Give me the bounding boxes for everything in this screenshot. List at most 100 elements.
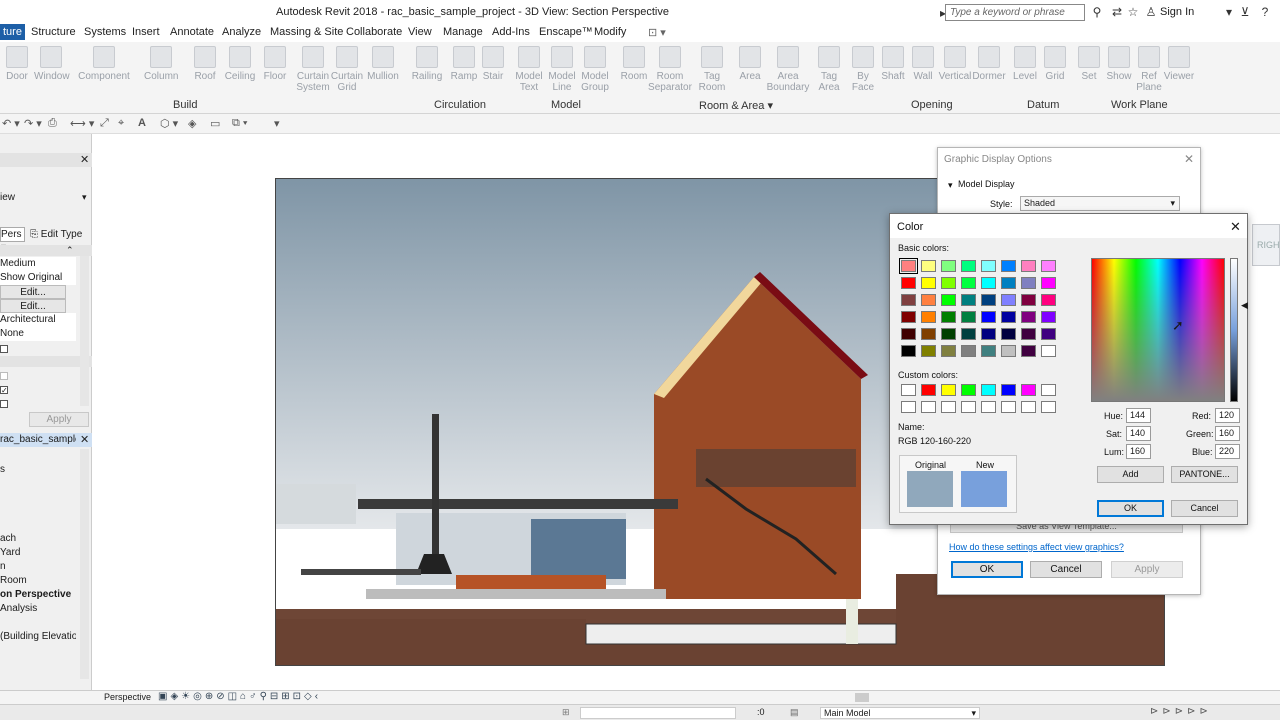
tab-options-icon[interactable]: ⊡ ▾	[648, 26, 666, 39]
browser-item[interactable]: Room	[0, 574, 76, 588]
browser-item[interactable]: Yard	[0, 546, 76, 560]
close-icon[interactable]: ✕	[1230, 219, 1241, 235]
show-hidden-lines-value[interactable]: None	[0, 327, 76, 341]
view-scale-label[interactable]: Perspective	[104, 692, 151, 702]
close-icon[interactable]: ✕	[80, 155, 90, 166]
tab-modify[interactable]: Modify	[594, 26, 626, 38]
custom-color-swatch[interactable]	[961, 384, 976, 396]
room-separator-button[interactable]: Room Separator	[648, 46, 692, 93]
basic-color-swatch[interactable]	[901, 277, 916, 289]
custom-color-swatch[interactable]	[941, 384, 956, 396]
show-workplane-button[interactable]: Show	[1102, 46, 1136, 82]
checkbox[interactable]	[0, 372, 8, 380]
panel-work-plane[interactable]: Work Plane	[1111, 99, 1168, 111]
basic-color-swatch[interactable]	[941, 294, 956, 306]
basic-color-swatch[interactable]	[1001, 311, 1016, 323]
tab-view[interactable]: View	[408, 26, 432, 38]
browser-item[interactable]: n	[0, 560, 76, 574]
apply-button[interactable]: Apply	[1111, 561, 1183, 578]
browser-item[interactable]: ach	[0, 532, 76, 546]
window-button[interactable]: Window	[34, 46, 70, 82]
properties-scrollbar[interactable]	[80, 256, 89, 406]
tab-add-ins[interactable]: Add-Ins	[492, 26, 530, 38]
graphic-display-edit-button[interactable]: Edit...	[0, 299, 66, 313]
help-icon[interactable]: ?	[1258, 5, 1272, 19]
help-link[interactable]: How do these settings affect view graphi…	[949, 542, 1124, 552]
railing-button[interactable]: Railing	[410, 46, 444, 82]
luminance-slider[interactable]	[1230, 258, 1238, 402]
browser-item[interactable]: Analysis	[0, 602, 76, 616]
custom-color-swatch[interactable]	[1001, 384, 1016, 396]
model-group-button[interactable]: Model Group	[578, 46, 612, 93]
basic-color-swatch[interactable]	[961, 311, 976, 323]
basic-color-swatch[interactable]	[1021, 260, 1036, 272]
browser-scrollbar[interactable]	[80, 449, 89, 679]
redo-icon[interactable]: ↷ ▾	[24, 117, 42, 130]
parts-visibility-value[interactable]: Show Original	[0, 271, 76, 285]
basic-color-swatch[interactable]	[961, 277, 976, 289]
customize-qat-icon[interactable]: ▾	[274, 117, 280, 130]
panel-circulation[interactable]: Circulation	[434, 99, 486, 111]
basic-color-swatch[interactable]	[941, 345, 956, 357]
3d-view-icon[interactable]: ⬡ ▾	[160, 117, 178, 130]
curtain-system-button[interactable]: Curtain System	[296, 46, 330, 93]
search-input[interactable]: Type a keyword or phrase	[945, 4, 1085, 21]
mullion-button[interactable]: Mullion	[366, 46, 400, 82]
view-control-icons[interactable]: ▣◈☀◎⊕⊘◫⌂♂⚲⊟⊞⊡◇‹	[158, 691, 321, 702]
viewer-button[interactable]: Viewer	[1162, 46, 1196, 82]
basic-color-swatch[interactable]	[901, 311, 916, 323]
basic-color-swatch[interactable]	[1021, 311, 1036, 323]
section-icon[interactable]: ◈	[188, 117, 196, 130]
basic-color-swatch[interactable]	[941, 328, 956, 340]
basic-color-swatch[interactable]	[1001, 328, 1016, 340]
lum-input[interactable]: 160	[1126, 444, 1151, 459]
vg-overrides-edit-button[interactable]: Edit...	[0, 285, 66, 299]
basic-color-swatch[interactable]	[1021, 277, 1036, 289]
ceiling-button[interactable]: Ceiling	[223, 46, 257, 82]
ok-button[interactable]: OK	[1097, 500, 1164, 517]
tag-icon[interactable]: ⌖	[118, 117, 124, 130]
model-line-button[interactable]: Model Line	[545, 46, 579, 93]
tab-annotate[interactable]: Annotate	[170, 26, 214, 38]
basic-color-swatch[interactable]	[921, 260, 936, 272]
hue-input[interactable]: 144	[1126, 408, 1151, 423]
set-workplane-button[interactable]: Set	[1072, 46, 1106, 82]
basic-color-swatch[interactable]	[941, 277, 956, 289]
door-button[interactable]: Door	[0, 46, 34, 82]
close-views-icon[interactable]: ⧉ ▾	[232, 117, 248, 130]
design-options-icon[interactable]: ▤	[790, 707, 799, 718]
selection-filter-icons[interactable]: ⊳⊳⊳⊳⊳	[1150, 706, 1212, 717]
basic-color-swatch[interactable]	[1041, 294, 1056, 306]
basic-color-swatch[interactable]	[981, 277, 996, 289]
print-icon[interactable]: ⎙	[48, 117, 57, 130]
basic-color-swatch[interactable]	[1001, 277, 1016, 289]
dimension-icon[interactable]: ⤢	[100, 117, 109, 130]
custom-color-swatch[interactable]	[1041, 401, 1056, 413]
viewcube-right-face[interactable]: RIGHT	[1252, 224, 1280, 266]
basic-color-swatch[interactable]	[961, 328, 976, 340]
design-option-select[interactable]: Main Model ▾	[820, 707, 980, 719]
by-face-button[interactable]: By Face	[846, 46, 880, 93]
cart-icon[interactable]: ⊻	[1238, 5, 1252, 19]
text-icon[interactable]: A	[138, 117, 146, 129]
basic-color-swatch[interactable]	[901, 345, 916, 357]
tab-insert[interactable]: Insert	[132, 26, 160, 38]
browser-item[interactable]: (Building Elevation	[0, 630, 76, 644]
tab-systems[interactable]: Systems	[84, 26, 126, 38]
checkbox[interactable]	[0, 400, 8, 408]
checkbox[interactable]	[0, 345, 8, 353]
basic-color-swatch[interactable]	[981, 311, 996, 323]
basic-color-swatch[interactable]	[1001, 294, 1016, 306]
basic-color-swatch[interactable]	[1021, 294, 1036, 306]
close-icon[interactable]: ✕	[1184, 152, 1194, 166]
panel-datum[interactable]: Datum	[1027, 99, 1059, 111]
checkbox-checked[interactable]: ✓	[0, 386, 8, 395]
add-button[interactable]: Add	[1097, 466, 1164, 483]
basic-color-swatch[interactable]	[921, 328, 936, 340]
custom-color-swatch[interactable]	[921, 401, 936, 413]
red-input[interactable]: 120	[1215, 408, 1240, 423]
basic-color-swatch[interactable]	[941, 260, 956, 272]
tag-area-button[interactable]: Tag Area	[812, 46, 846, 93]
basic-color-swatch[interactable]	[1021, 328, 1036, 340]
basic-color-swatch[interactable]	[1001, 260, 1016, 272]
